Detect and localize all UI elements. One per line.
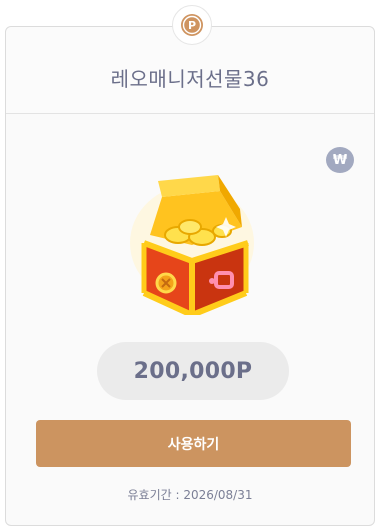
won-icon: ₩ bbox=[326, 147, 354, 173]
point-badge: P bbox=[172, 5, 212, 45]
point-p-icon: P bbox=[181, 14, 203, 36]
points-value: 200,000P bbox=[97, 342, 289, 400]
won-symbol: ₩ bbox=[332, 152, 348, 168]
coupon-title: 레오매니저선물36 bbox=[110, 67, 270, 91]
use-button[interactable]: 사용하기 bbox=[36, 420, 351, 467]
badge-letter: P bbox=[188, 19, 196, 32]
expiry-date: 유효기간 : 2026/08/31 bbox=[127, 488, 253, 502]
treasure-chest-image bbox=[122, 165, 262, 319]
coupon-card: 레오매니저선물36 ₩ 200,000P 사용하기 유효기간: 2026/08… bbox=[5, 26, 375, 526]
